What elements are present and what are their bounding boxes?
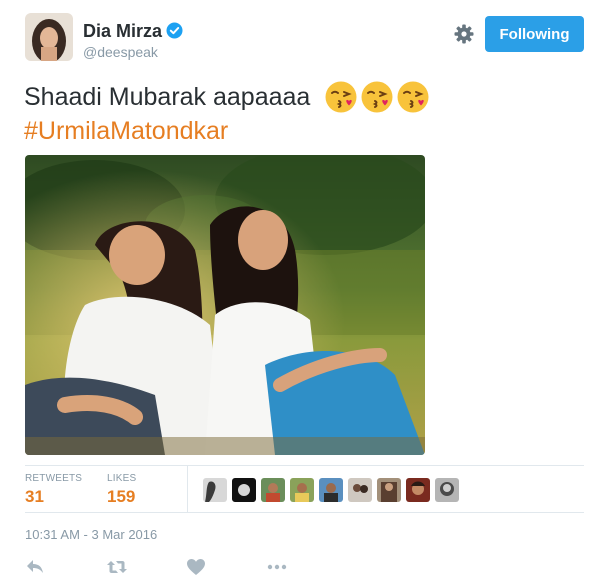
tweet-photo[interactable] xyxy=(25,155,425,455)
avatar[interactable] xyxy=(25,13,73,61)
liker-avatar[interactable] xyxy=(290,478,314,502)
liker-avatar[interactable] xyxy=(348,478,372,502)
retweet-icon[interactable] xyxy=(106,558,127,576)
liker-avatars xyxy=(203,478,459,502)
liker-avatar[interactable] xyxy=(406,478,430,502)
emoji-group xyxy=(324,80,430,114)
hashtag-link[interactable]: #UrmilaMatondkar xyxy=(24,117,228,146)
likes-label[interactable]: LIKES xyxy=(107,473,136,484)
kiss-emoji-icon xyxy=(397,81,429,113)
display-name[interactable]: Dia Mirza xyxy=(83,21,162,42)
retweets-label[interactable]: RETWEETS xyxy=(25,473,82,484)
following-button[interactable]: Following xyxy=(485,16,584,52)
liker-avatar[interactable] xyxy=(319,478,343,502)
tweet-timestamp[interactable]: 10:31 AM - 3 Mar 2016 xyxy=(25,527,157,542)
kiss-emoji-icon xyxy=(361,81,393,113)
username[interactable]: @deespeak xyxy=(83,44,158,60)
liker-avatar[interactable] xyxy=(203,478,227,502)
likes-count[interactable]: 159 xyxy=(107,487,135,507)
tweet-text: Shaadi Mubarak aapaaaa xyxy=(24,83,311,111)
liker-avatar[interactable] xyxy=(261,478,285,502)
liker-avatar[interactable] xyxy=(377,478,401,502)
kiss-emoji-icon xyxy=(325,81,357,113)
heart-icon[interactable] xyxy=(186,558,206,576)
more-options-icon[interactable] xyxy=(266,558,287,576)
liker-avatar[interactable] xyxy=(232,478,256,502)
reply-icon[interactable] xyxy=(25,558,45,576)
verified-badge-icon xyxy=(166,22,183,39)
retweets-count[interactable]: 31 xyxy=(25,487,44,507)
divider xyxy=(187,465,188,512)
divider xyxy=(25,465,584,466)
divider xyxy=(25,512,584,513)
gear-icon[interactable] xyxy=(452,22,476,46)
liker-avatar[interactable] xyxy=(435,478,459,502)
